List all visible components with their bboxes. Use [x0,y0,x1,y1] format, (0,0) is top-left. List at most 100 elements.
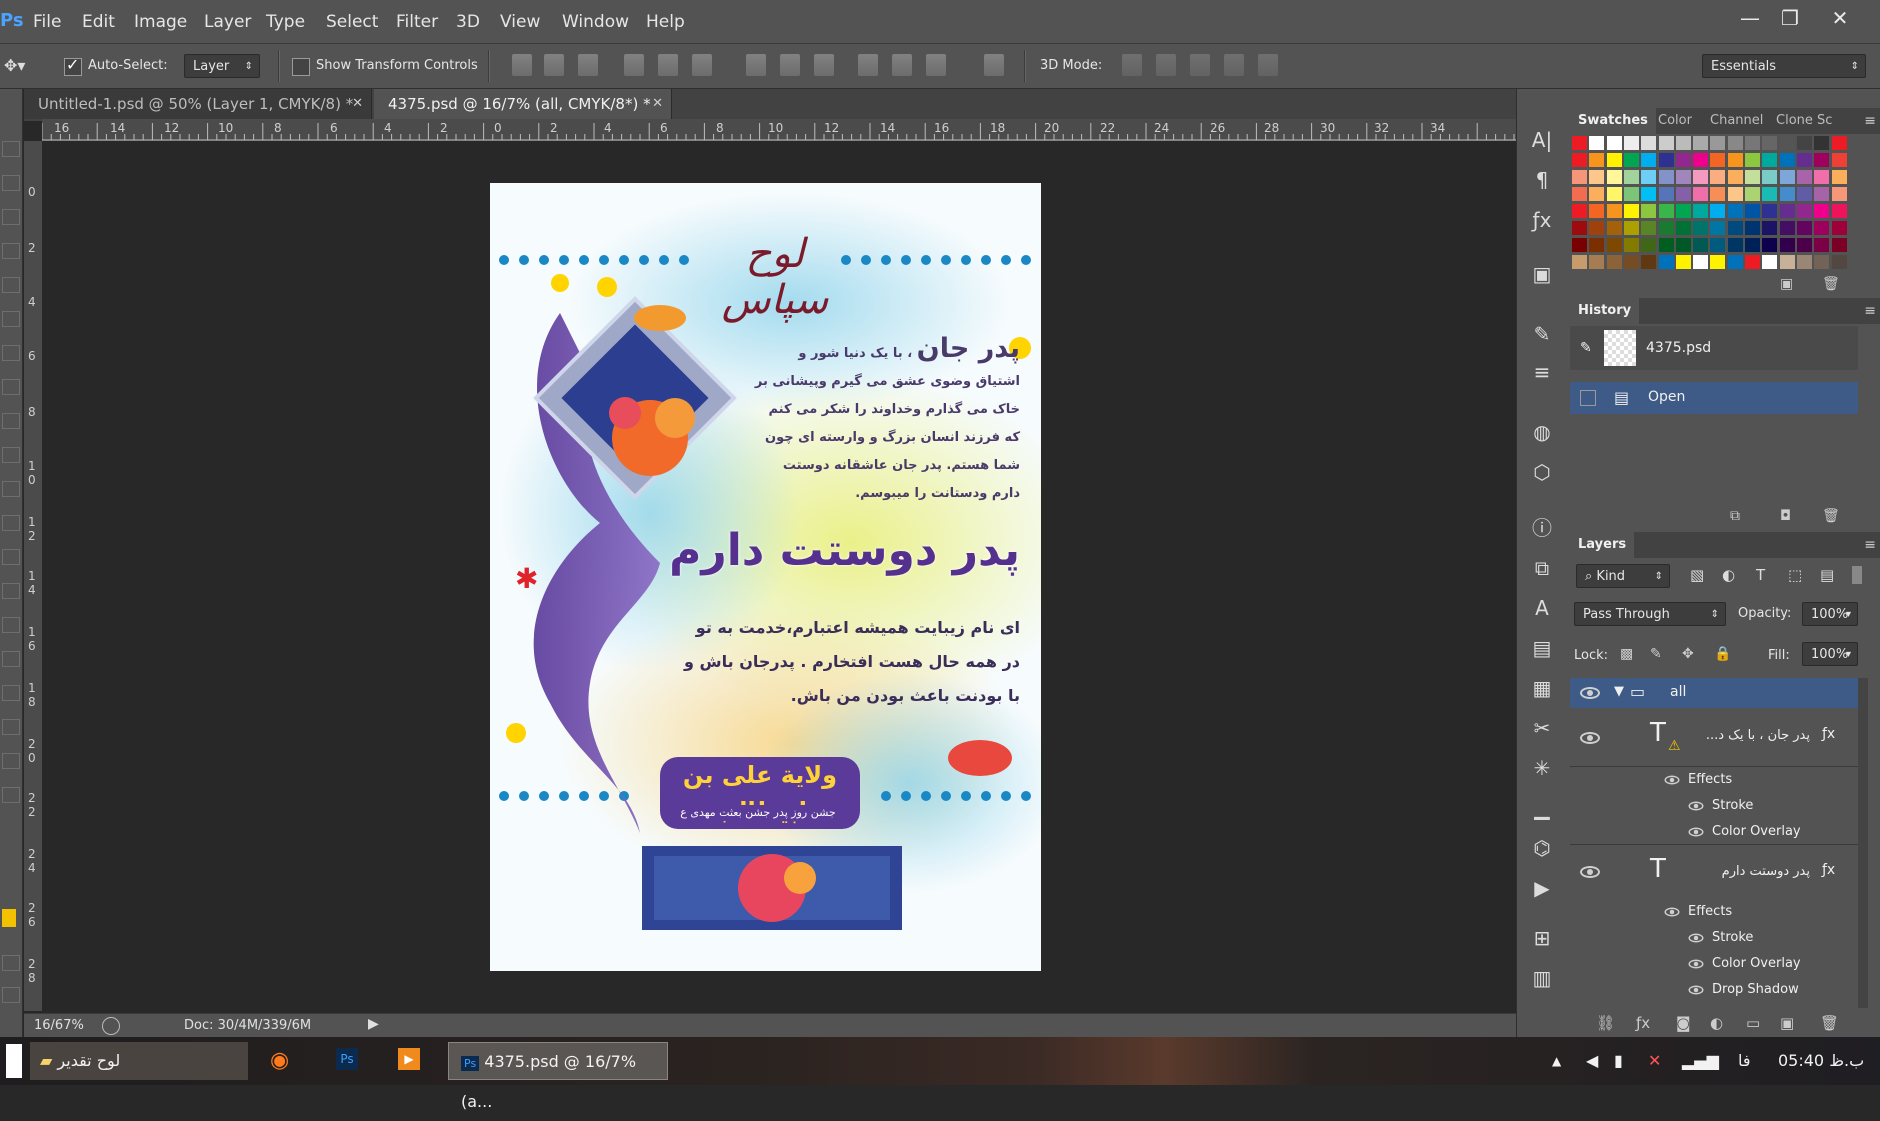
dodge-tool-icon[interactable] [2,583,20,599]
effects-row[interactable]: Effects [1570,768,1858,792]
menu-file[interactable]: File [33,12,61,32]
color-swatch[interactable] [1658,136,1674,150]
menu-select[interactable]: Select [326,12,378,32]
3d-slide-icon[interactable] [1224,54,1244,76]
close-window-button[interactable]: ✕ [1820,4,1860,32]
color-swatch[interactable] [1589,204,1605,218]
color-swatch[interactable] [1814,221,1830,235]
align-top-icon[interactable] [512,54,532,76]
color-swatch[interactable] [1779,153,1795,167]
color-swatch[interactable] [1796,204,1812,218]
color-swatch[interactable] [1796,136,1812,150]
tab-color[interactable]: Color [1650,108,1700,134]
panel-menu-icon[interactable]: ≡ [1864,108,1876,134]
healing-tool-icon[interactable] [2,345,20,361]
tab-swatches[interactable]: Swatches [1570,108,1656,134]
filter-pixel-icon[interactable]: ▧ [1690,566,1704,584]
history-brush-icon[interactable] [2,447,20,463]
color-swatch[interactable] [1745,255,1760,269]
auto-align-icon[interactable] [984,54,1004,76]
color-swatch[interactable] [1675,238,1691,252]
color-swatch[interactable] [1693,221,1709,235]
paths-icon[interactable]: ⌬ [1530,836,1554,860]
color-swatch[interactable] [1572,187,1587,201]
color-swatch[interactable] [1693,255,1709,269]
color-swatch[interactable] [1589,170,1605,184]
tab-history[interactable]: History [1570,298,1640,324]
menu-window[interactable]: Window [562,12,629,32]
layers-scrollbar[interactable] [1858,678,1868,1008]
color-swatch[interactable] [1796,255,1812,269]
move-tool-icon[interactable]: ✥▾ [4,56,25,75]
eraser-tool-icon[interactable] [2,481,20,497]
color-swatch[interactable] [1589,221,1605,235]
color-swatch[interactable] [1779,255,1795,269]
color-swatch[interactable] [1831,204,1847,218]
photoshop-taskbar-icon[interactable]: Ps [336,1048,358,1070]
adjustment-layer-icon[interactable]: ◐ [1710,1014,1723,1032]
zoom-level[interactable]: 16/67% [34,1018,84,1033]
color-swatch[interactable] [1727,170,1743,184]
color-swatch[interactable] [1762,221,1778,235]
color-swatch[interactable] [1623,204,1639,218]
history-state-checkbox[interactable] [1580,390,1596,406]
effects-row[interactable]: Effects [1570,900,1858,924]
color-swatch[interactable] [1693,136,1709,150]
color-swatch[interactable] [1831,187,1847,201]
effect-stroke-row[interactable]: Stroke [1570,926,1858,950]
color-swatch[interactable] [1675,187,1691,201]
visibility-eye-icon[interactable] [1688,827,1704,837]
color-swatch[interactable] [1831,136,1847,150]
color-swatch[interactable] [1623,221,1639,235]
color-swatch[interactable] [1693,238,1709,252]
filter-adjustment-icon[interactable]: ◐ [1722,566,1735,584]
foreground-color-swatch[interactable] [2,909,16,927]
filter-shape-icon[interactable]: ⬚ [1788,566,1802,584]
new-document-from-state-icon[interactable]: ⧉ [1730,508,1740,524]
menu-view[interactable]: View [500,12,540,32]
notes-icon[interactable]: ▤ [1530,636,1554,660]
menu-image[interactable]: Image [134,12,187,32]
color-swatch[interactable] [1606,153,1622,167]
effect-color-overlay-row[interactable]: Color Overlay [1570,820,1858,845]
glyphs-icon[interactable]: A [1530,596,1554,620]
color-swatch[interactable] [1831,255,1847,269]
restore-button[interactable]: ❐ [1770,4,1810,32]
align-right-icon[interactable] [692,54,712,76]
distribute-bottom-icon[interactable] [814,54,834,76]
color-swatch[interactable] [1779,170,1795,184]
color-swatch[interactable] [1710,170,1726,184]
adjustments-icon[interactable]: ▣ [1530,262,1554,286]
fx-icon[interactable]: ƒx [1636,1014,1650,1032]
measurement-icon[interactable]: ⊞ [1530,926,1554,950]
lasso-tool-icon[interactable] [2,209,20,225]
color-swatch[interactable] [1762,204,1778,218]
3d-roll-icon[interactable] [1156,54,1176,76]
clock[interactable]: 05:40 ب.ظ [1778,1042,1864,1080]
screen-mode-icon[interactable] [2,987,20,1003]
color-swatch[interactable] [1745,136,1760,150]
color-swatch[interactable] [1658,187,1674,201]
lock-pixels-icon[interactable]: ✎ [1650,646,1662,662]
color-swatch[interactable] [1572,255,1587,269]
menu-3d[interactable]: 3D [456,12,480,32]
language-indicator[interactable]: فا [1738,1042,1751,1080]
color-wheel-icon[interactable]: ◍ [1530,420,1554,444]
color-swatch[interactable] [1727,153,1743,167]
blend-mode-dropdown[interactable]: Pass Through ⇕ [1574,602,1726,626]
signal-icon[interactable]: ▂▄▆ [1682,1042,1719,1080]
color-swatch[interactable] [1710,221,1726,235]
align-left-icon[interactable] [624,54,644,76]
color-swatch[interactable] [1572,153,1587,167]
color-swatch[interactable] [1814,153,1830,167]
color-swatch[interactable] [1710,187,1726,201]
color-swatch[interactable] [1606,255,1622,269]
color-swatch[interactable] [1745,153,1760,167]
color-swatch[interactable] [1589,187,1605,201]
color-swatch[interactable] [1693,153,1709,167]
color-swatch[interactable] [1796,187,1812,201]
menu-type[interactable]: Type [266,12,305,32]
color-swatch[interactable] [1693,204,1709,218]
distribute-top-icon[interactable] [746,54,766,76]
color-swatch[interactable] [1675,221,1691,235]
